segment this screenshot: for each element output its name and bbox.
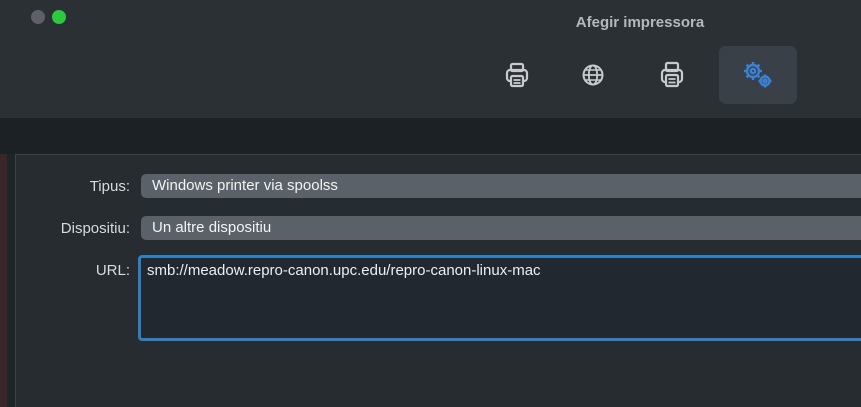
toolbar-button-advanced[interactable] bbox=[719, 46, 797, 104]
fax-printer-icon bbox=[660, 61, 684, 88]
gears-icon bbox=[744, 62, 772, 88]
window-control-button[interactable] bbox=[31, 10, 45, 24]
globe-icon bbox=[582, 64, 604, 86]
device-popup[interactable]: Un altre dispositiu bbox=[141, 216, 861, 240]
url-label: URL: bbox=[95, 262, 130, 279]
device-label: Dispositiu: bbox=[60, 220, 130, 237]
toolbar-button-ip[interactable] bbox=[564, 46, 622, 104]
url-field[interactable]: smb://meadow.repro-canon.upc.edu/repro-c… bbox=[138, 255, 861, 341]
printer-icon bbox=[505, 62, 529, 88]
zoom-button[interactable] bbox=[52, 10, 66, 24]
toolbar-separator-area bbox=[0, 118, 861, 154]
type-label: Tipus: bbox=[89, 178, 130, 195]
add-printer-window: Afegir impressora Tipus: Windows printer… bbox=[0, 0, 861, 407]
window-title: Afegir impressora bbox=[575, 14, 705, 31]
type-popup[interactable]: Windows printer via spoolss bbox=[141, 174, 861, 198]
titlebar-toolbar: Afegir impressora bbox=[0, 0, 861, 119]
toolbar-button-windows[interactable] bbox=[643, 46, 701, 104]
toolbar-button-default[interactable] bbox=[488, 46, 546, 104]
